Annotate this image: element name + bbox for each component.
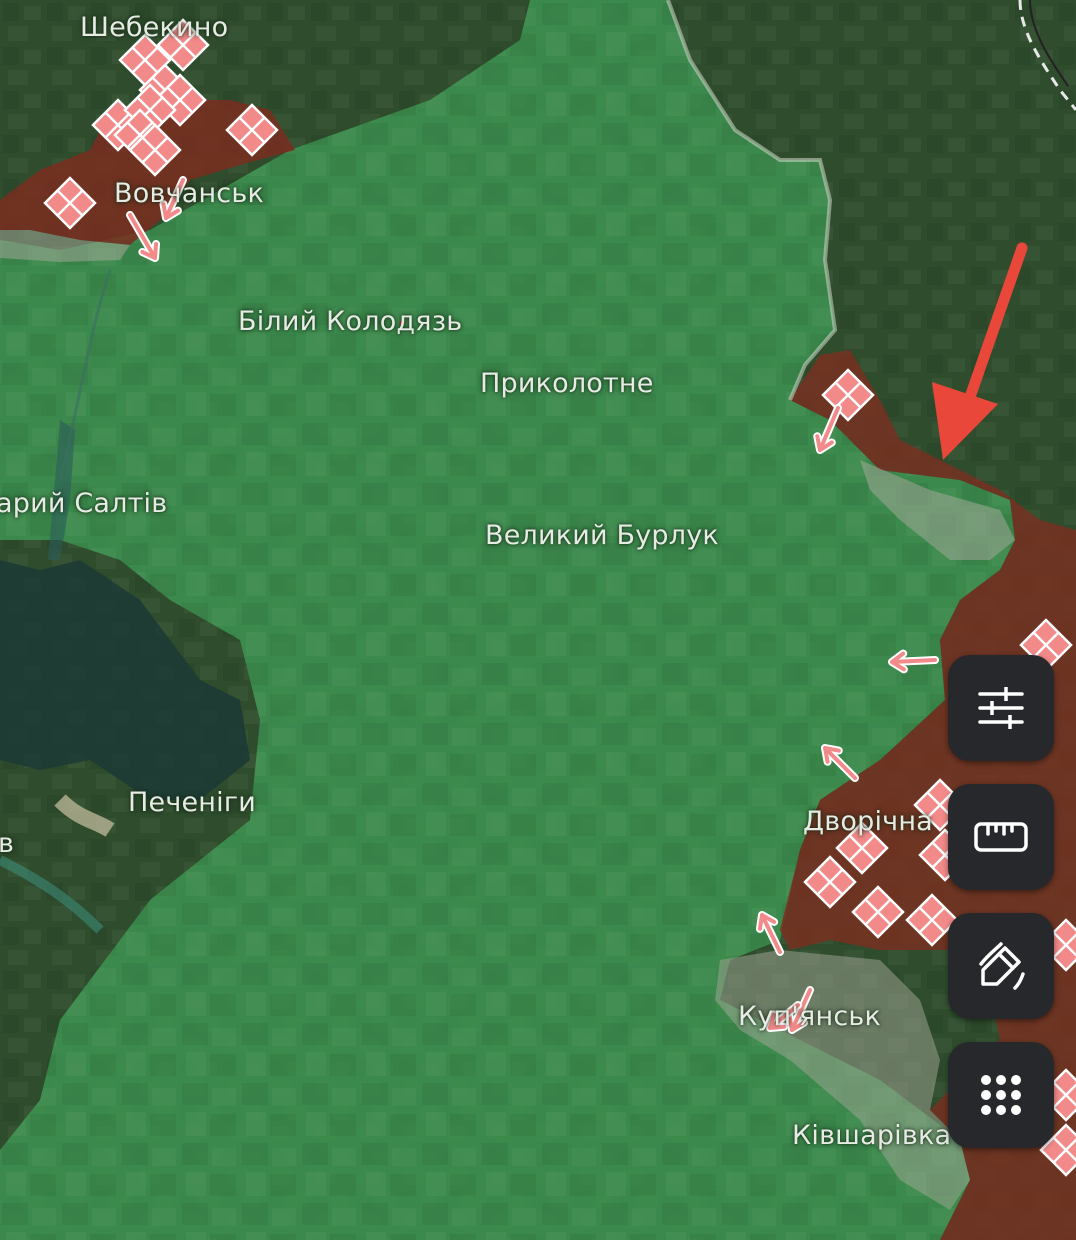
- movement-arrow-icon: [126, 211, 161, 262]
- place-label-vovchansk: Вовчанськ: [114, 178, 264, 209]
- place-label-prykolotne: Приколотне: [480, 368, 654, 399]
- map-view[interactable]: Шебекино Вовчанськ Білий Колодязь Прикол…: [0, 0, 1076, 1240]
- position-marker[interactable]: [851, 885, 905, 939]
- place-label-shebekino: Шебекино: [80, 12, 229, 43]
- position-marker[interactable]: [821, 368, 875, 422]
- grid-dots-icon: [981, 1075, 1021, 1115]
- ruler-icon: [974, 822, 1028, 852]
- measure-button[interactable]: [948, 784, 1054, 890]
- place-label-velykyi-burluk: Великий Бурлук: [485, 520, 719, 551]
- movement-arrow-icon: [813, 404, 842, 454]
- movement-arrow-icon: [888, 649, 939, 674]
- sliders-icon: [978, 687, 1024, 729]
- place-label-left-edge: в: [0, 828, 15, 859]
- position-marker[interactable]: [803, 855, 857, 909]
- place-label-kivsharivka: Ківшарівка: [792, 1120, 952, 1151]
- place-label-dvorichna: Дворічна: [803, 806, 933, 837]
- position-marker[interactable]: [225, 103, 279, 157]
- movement-arrow-icon: [821, 744, 859, 782]
- draw-button[interactable]: [948, 913, 1054, 1019]
- pencil-icon: [979, 942, 1025, 990]
- movement-arrow-icon: [755, 911, 784, 956]
- place-label-kupiansk: Куп'янськ: [738, 1001, 881, 1032]
- filters-button[interactable]: [948, 655, 1054, 761]
- place-label-bilyi-kolodiaz: Білий Колодязь: [238, 306, 463, 337]
- position-marker[interactable]: [43, 176, 97, 230]
- place-label-pechenihy: Печеніги: [128, 787, 256, 818]
- place-label-staryi-saltiv: арий Салтів: [0, 488, 168, 519]
- grid-button[interactable]: [948, 1042, 1054, 1148]
